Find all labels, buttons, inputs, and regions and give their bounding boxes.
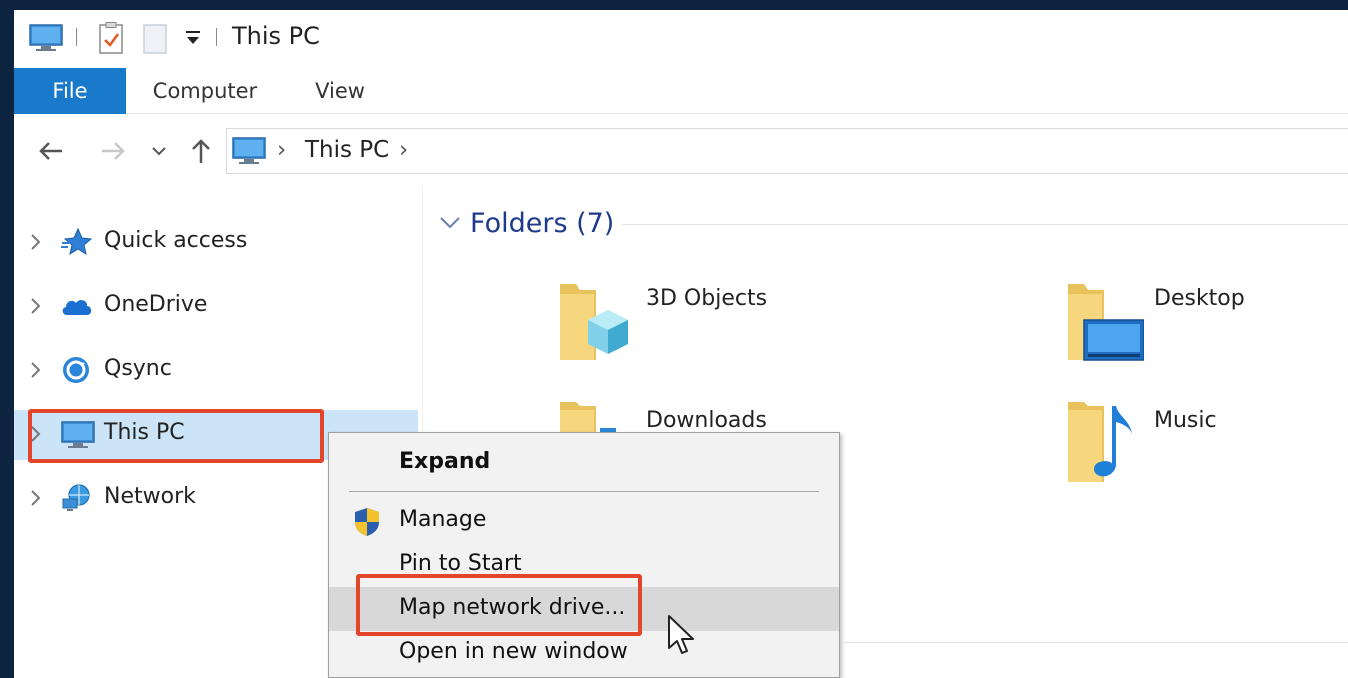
sidebar-item-label: Qsync [104,356,172,381]
chevron-right-icon[interactable] [28,295,44,317]
menu-item-label: Manage [399,507,487,532]
breadcrumb-separator[interactable]: › [277,137,286,163]
menu-item-label: Open in new window [399,639,628,664]
separator [76,28,77,46]
computer-icon [231,135,267,171]
star-icon [60,227,94,257]
sidebar-item-label: Network [104,484,196,509]
address-bar[interactable]: › This PC › [226,128,1348,174]
menu-item-manage[interactable]: Manage [329,499,839,543]
folder-label: Desktop [1154,286,1245,311]
3d-objects-folder-icon [556,276,636,366]
sync-icon [60,355,94,385]
breadcrumb-this-pc[interactable]: This PC [305,137,389,163]
folder-label: Downloads [646,408,767,433]
mouse-cursor-icon [666,614,696,658]
chevron-right-icon[interactable] [28,231,44,253]
group-divider [622,224,1348,225]
sidebar-item-quick-access[interactable]: Quick access [14,218,418,268]
up-arrow-icon[interactable] [186,136,216,166]
sidebar-item-onedrive[interactable]: OneDrive [14,282,418,332]
context-menu: Expand Manage Pin to Start Map network d… [328,432,840,678]
folder-label: 3D Objects [646,286,768,311]
ribbon-tabs: File Computer View [14,68,1348,114]
folder-desktop[interactable]: Desktop [1064,276,1348,376]
chevron-right-icon[interactable] [28,359,44,381]
menu-separator [349,491,819,492]
sidebar-item-label: Quick access [104,228,248,253]
group-title: Folders (7) [470,208,615,239]
folder-label: Music [1154,408,1217,433]
recent-locations-chevron-down-icon[interactable] [148,136,178,166]
new-folder-icon[interactable] [142,22,170,60]
file-explorer-window: This PC File Computer View › This PC › Q… [14,10,1348,678]
sidebar-item-label: OneDrive [104,292,208,317]
desktop-folder-icon [1064,276,1145,366]
folder-music[interactable]: Music [1064,398,1348,498]
chevron-down-icon[interactable] [438,214,462,236]
sidebar-item-qsync[interactable]: Qsync [14,346,418,396]
folder-3d-objects[interactable]: 3D Objects [556,276,956,376]
navigation-bar: › This PC › [14,114,1348,186]
cloud-icon [60,291,94,321]
highlight-box-this-pc [28,409,324,463]
group-divider [844,642,1348,643]
customize-toolbar-icon[interactable] [184,28,202,52]
menu-item-expand[interactable]: Expand [329,441,839,485]
tab-computer[interactable]: Computer [146,68,264,114]
separator [216,28,217,46]
breadcrumb-separator[interactable]: › [399,137,408,163]
back-arrow-icon[interactable] [36,136,66,166]
chevron-right-icon[interactable] [28,487,44,509]
music-folder-icon [1064,398,1144,488]
shield-icon [351,506,383,538]
menu-item-label: Expand [399,449,491,474]
tab-view[interactable]: View [302,68,378,114]
forward-arrow-icon[interactable] [98,136,128,166]
window-title: This PC [232,22,320,50]
highlight-box-map-network-drive [356,574,642,636]
tab-file[interactable]: File [14,68,126,114]
properties-icon[interactable] [96,22,126,60]
title-bar: This PC [14,10,1348,66]
menu-item-label: Pin to Start [399,551,522,576]
menu-item-open-in-new-window[interactable]: Open in new window [329,631,839,675]
network-icon [60,483,94,513]
computer-icon [28,22,64,58]
